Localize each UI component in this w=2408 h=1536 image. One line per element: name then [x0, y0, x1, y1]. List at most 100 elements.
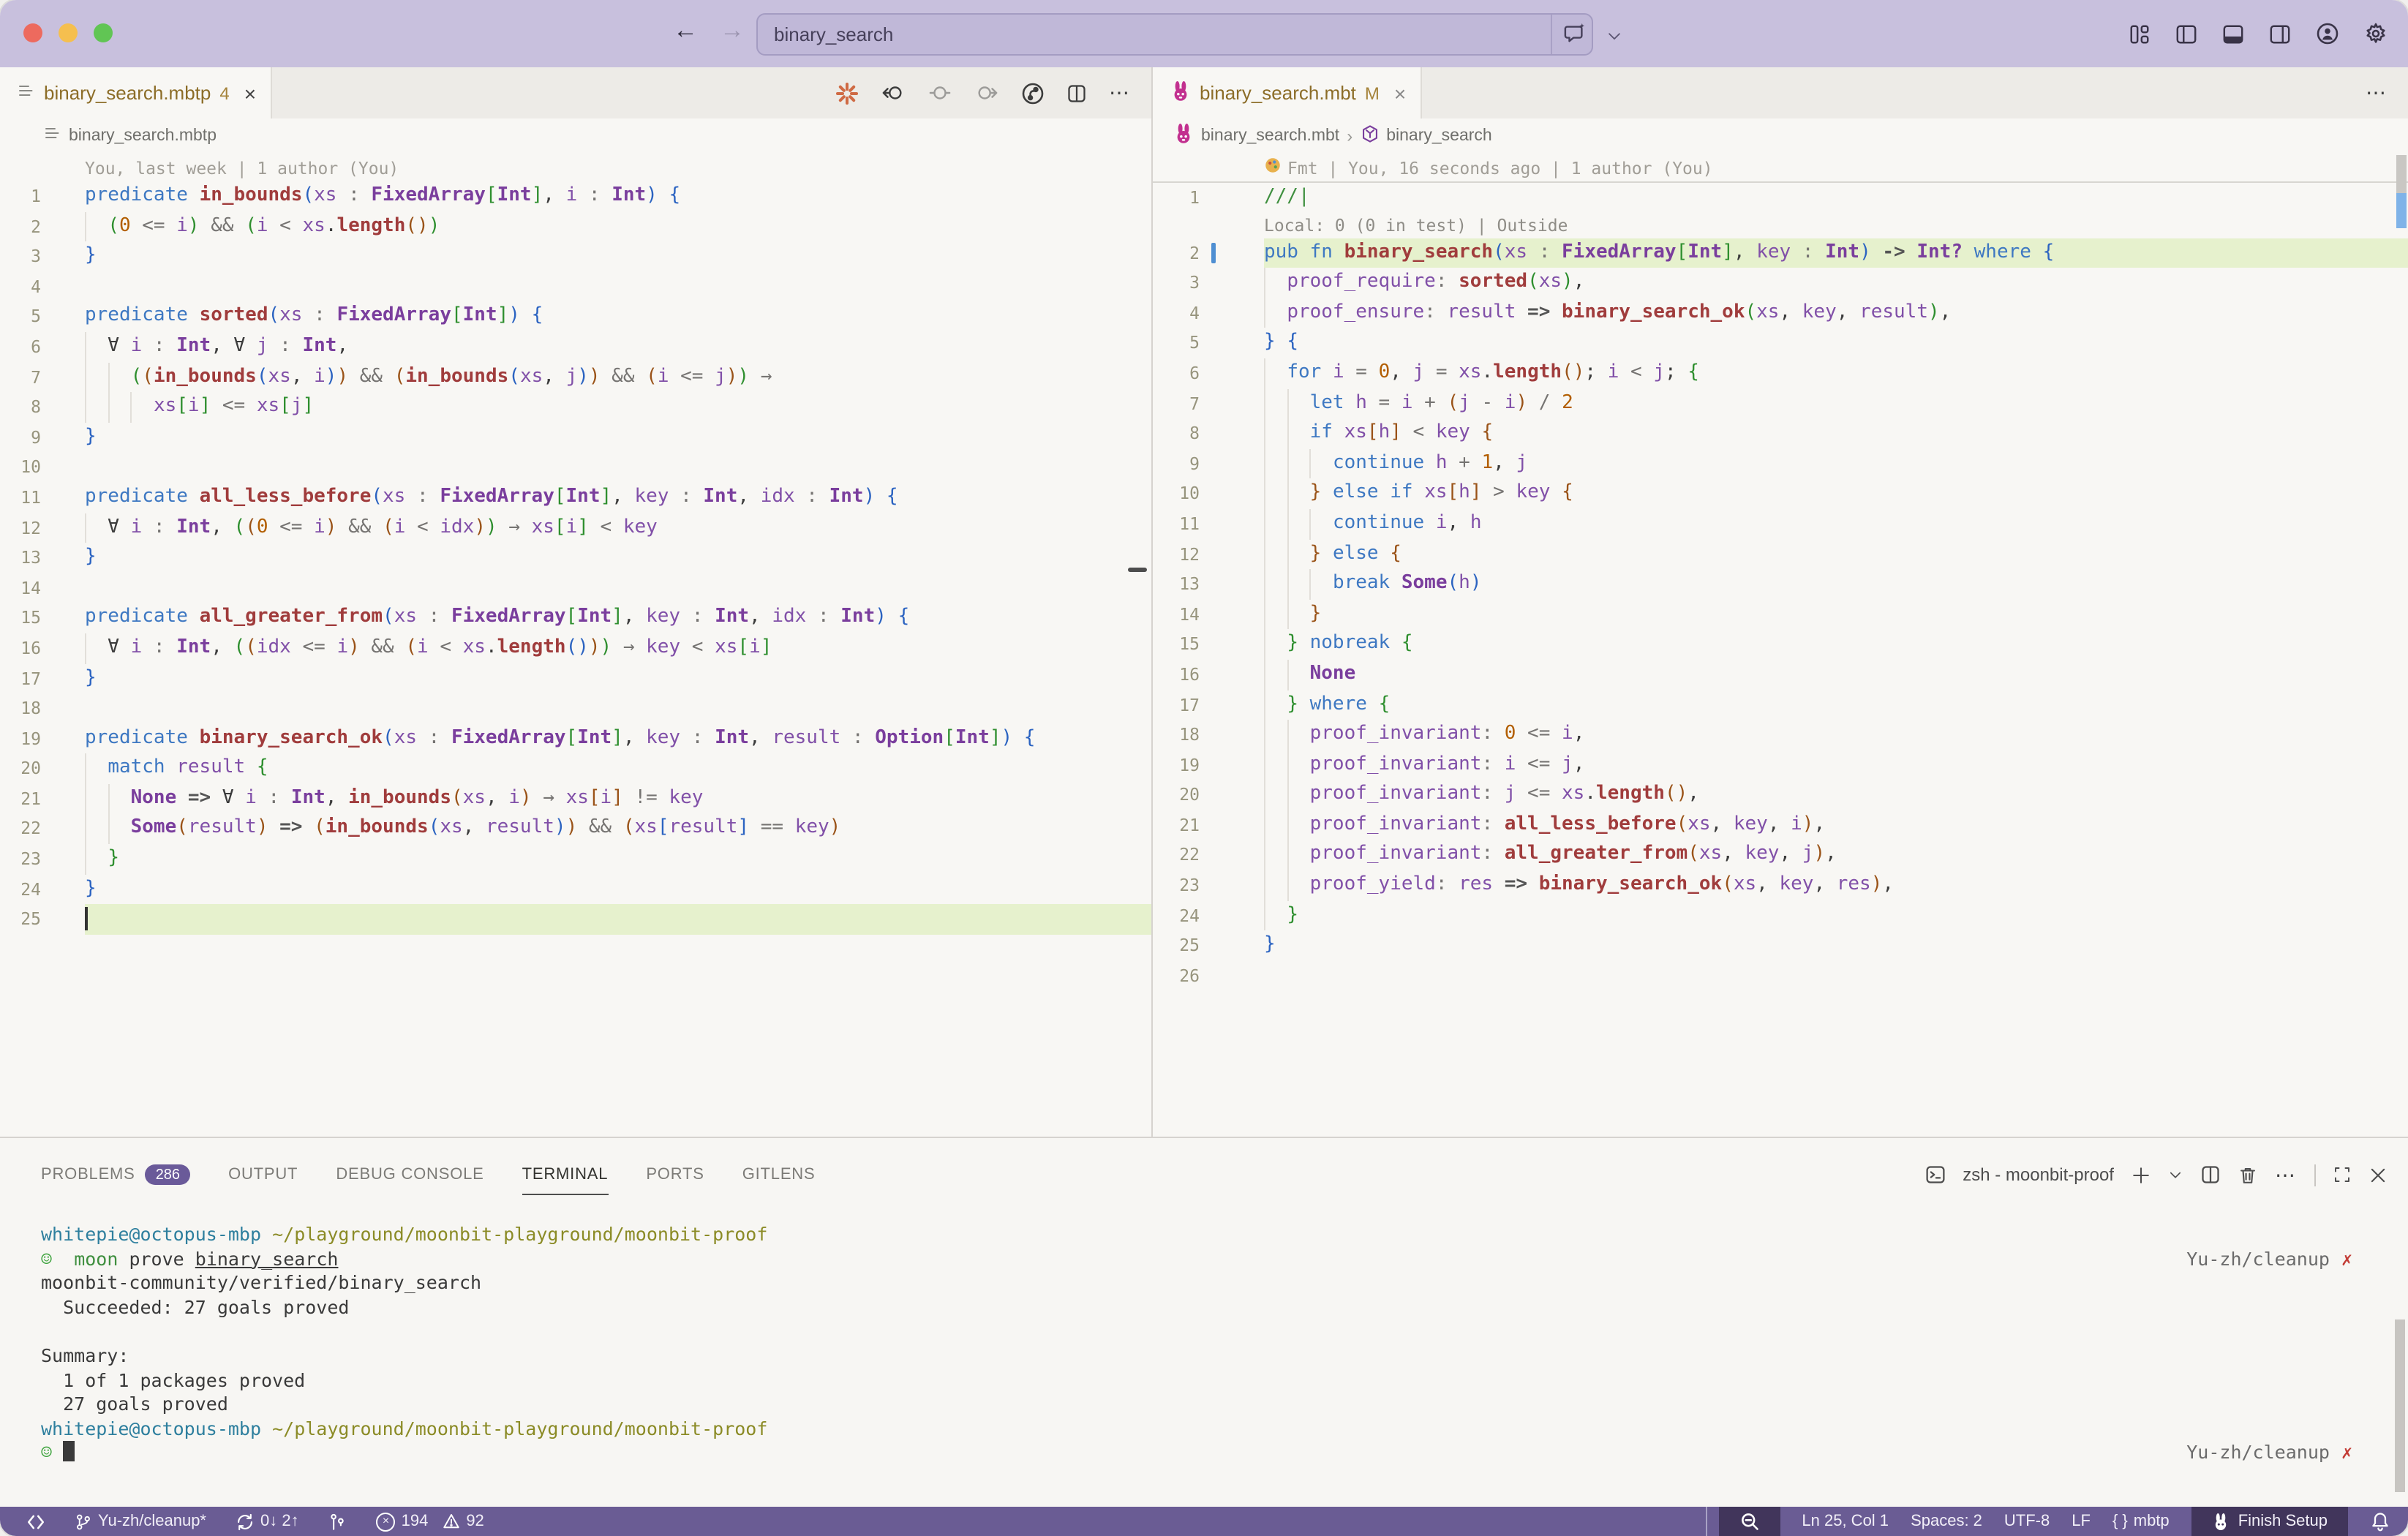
right-breadcrumb[interactable]: binary_search.mbt › binary_search [1153, 118, 2408, 152]
code-line[interactable]: 15predicate all_greater_from(xs : FixedA… [0, 603, 1151, 633]
nav-forward-icon[interactable] [974, 82, 999, 104]
maximize-panel-icon[interactable] [2333, 1166, 2351, 1183]
account-icon[interactable] [2316, 22, 2339, 45]
minimize-window-button[interactable] [59, 23, 78, 42]
code-line[interactable]: 25} [1153, 931, 2408, 961]
code-line[interactable]: 14 [0, 573, 1151, 603]
split-editor-icon[interactable] [1066, 83, 1087, 103]
code-line[interactable]: 17 } where { [1153, 690, 2408, 720]
extension-starburst-icon[interactable] [835, 81, 859, 105]
terminal-session-label[interactable]: zsh - moonbit-proof [1963, 1164, 2114, 1185]
code-line[interactable]: 20 proof_invariant: j <= xs.length(), [1153, 780, 2408, 810]
code-line[interactable]: 25 [0, 905, 1151, 935]
code-line[interactable]: 5predicate sorted(xs : FixedArray[Int]) … [0, 302, 1151, 332]
git-branch-item[interactable]: Yu-zh/cleanup* [75, 1507, 206, 1536]
panel-tab-output[interactable]: OUTPUT [228, 1153, 298, 1197]
split-terminal-icon[interactable] [2200, 1164, 2221, 1185]
terminal-output[interactable]: whitepie@octopus-mbp ~/playground/moonbi… [41, 1223, 2388, 1501]
finish-setup-item[interactable]: Finish Setup [2191, 1507, 2348, 1536]
close-tab-icon[interactable]: × [238, 81, 256, 105]
panel-tab-problems[interactable]: PROBLEMS286 [41, 1153, 190, 1197]
command-center-search[interactable]: binary_search [756, 13, 1593, 56]
panel-tab-terminal[interactable]: TERMINAL [522, 1153, 609, 1197]
git-sync-item[interactable]: 0↓ 2↑ [236, 1507, 299, 1536]
notifications-item[interactable] [2370, 1507, 2402, 1536]
encoding-item[interactable]: UTF-8 [2004, 1507, 2050, 1536]
right-code-editor[interactable]: Fmt | You, 16 seconds ago | 1 author (Yo… [1153, 152, 2408, 1137]
code-line[interactable]: 11 continue i, h [1153, 509, 2408, 539]
toggle-panel-icon[interactable] [2222, 23, 2244, 45]
close-tab-icon[interactable]: × [1388, 81, 1406, 105]
history-forward-button[interactable]: → [720, 16, 745, 45]
breadcrumb-file[interactable]: binary_search.mbtp [69, 127, 217, 144]
code-line[interactable]: 2 (0 <= i) && (i < xs.length()) [0, 211, 1151, 241]
code-line[interactable]: 12 ∀ i : Int, ((0 <= i) && (i < idx)) → … [0, 513, 1151, 543]
eol-item[interactable]: LF [2072, 1507, 2091, 1536]
indentation-item[interactable]: Spaces: 2 [1911, 1507, 1982, 1536]
toggle-secondary-sidebar-icon[interactable] [2269, 23, 2291, 45]
code-line[interactable]: 26 [1153, 961, 2408, 991]
kill-terminal-icon[interactable] [2238, 1165, 2257, 1184]
code-line[interactable]: 8 if xs[h] < key { [1153, 418, 2408, 448]
cursor-position-item[interactable]: Ln 25, Col 1 [1802, 1507, 1889, 1536]
code-line[interactable]: 23 } [0, 844, 1151, 874]
code-line[interactable]: 15 } nobreak { [1153, 630, 2408, 660]
code-line[interactable]: 1predicate in_bounds(xs : FixedArray[Int… [0, 181, 1151, 211]
code-line[interactable]: 3 proof_require: sorted(xs), [1153, 268, 2408, 298]
code-line[interactable]: 9 continue h + 1, j [1153, 449, 2408, 479]
more-actions-icon[interactable]: ⋯ [1109, 80, 1131, 105]
code-line[interactable]: 22 proof_invariant: all_greater_from(xs,… [1153, 840, 2408, 870]
more-actions-icon[interactable]: ⋯ [2275, 1162, 2297, 1187]
code-line[interactable]: 4 proof_ensure: result => binary_search_… [1153, 298, 2408, 328]
panel-tab-debug-console[interactable]: DEBUG CONSOLE [336, 1153, 484, 1197]
code-line[interactable]: 8 xs[i] <= xs[j] [0, 392, 1151, 422]
nav-back-icon[interactable] [881, 82, 906, 104]
tab-binary-search-mbt[interactable]: binary_search.mbt M × [1153, 67, 1422, 118]
code-line[interactable]: 16 ∀ i : Int, ((idx <= i) && (i < xs.len… [0, 633, 1151, 663]
left-code-editor[interactable]: You, last week | 1 author (You)1predicat… [0, 152, 1151, 1137]
code-line[interactable]: 3} [0, 241, 1151, 271]
history-back-button[interactable]: ← [673, 16, 698, 45]
language-mode-item[interactable]: { } mbtp [2112, 1507, 2170, 1536]
code-line[interactable]: 24 } [1153, 900, 2408, 930]
code-line[interactable]: 17} [0, 663, 1151, 693]
code-line[interactable]: 9} [0, 423, 1151, 453]
code-line[interactable]: 20 match result { [0, 754, 1151, 784]
code-line[interactable]: 10 [0, 453, 1151, 483]
code-line[interactable]: 18 [0, 693, 1151, 723]
nav-current-icon[interactable] [928, 82, 952, 104]
code-line[interactable]: 5} { [1153, 328, 2408, 358]
code-line[interactable]: 10 } else if xs[h] > key { [1153, 479, 2408, 509]
settings-gear-icon[interactable] [2364, 22, 2388, 45]
code-line[interactable]: 14 } [1153, 599, 2408, 629]
terminal-dropdown-icon[interactable] [2168, 1167, 2183, 1182]
code-line[interactable]: 12 } else { [1153, 539, 2408, 569]
customize-layout-icon[interactable] [2129, 23, 2151, 45]
code-line[interactable]: 19predicate binary_search_ok(xs : FixedA… [0, 723, 1151, 753]
code-line[interactable]: 6 for i = 0, j = xs.length(); i < j; { [1153, 358, 2408, 388]
code-line[interactable]: 21 proof_invariant: all_less_before(xs, … [1153, 810, 2408, 840]
breadcrumb-file[interactable]: binary_search.mbt [1201, 127, 1339, 144]
code-line[interactable]: 21 None => ∀ i : Int, in_bounds(xs, i) →… [0, 784, 1151, 814]
code-line[interactable]: 13 break Some(h) [1153, 569, 2408, 599]
chevron-down-icon[interactable] [1606, 25, 1622, 51]
close-window-button[interactable] [23, 23, 42, 42]
code-line[interactable]: 16 None [1153, 660, 2408, 690]
code-line[interactable]: 22 Some(result) => (in_bounds(xs, result… [0, 814, 1151, 844]
code-line[interactable]: 18 proof_invariant: 0 <= i, [1153, 720, 2408, 750]
code-line[interactable]: 23 proof_yield: res => binary_search_ok(… [1153, 870, 2408, 900]
run-icon[interactable] [1021, 81, 1045, 105]
code-line[interactable]: 4 [0, 272, 1151, 302]
panel-tab-gitlens[interactable]: GITLENS [742, 1153, 816, 1197]
code-line[interactable]: 6 ∀ i : Int, ∀ j : Int, [0, 332, 1151, 362]
terminal-scrollbar[interactable] [2395, 1319, 2405, 1492]
code-line[interactable]: 7 let h = i + (j - i) / 2 [1153, 388, 2408, 418]
remote-indicator[interactable] [26, 1507, 45, 1536]
new-terminal-icon[interactable] [2132, 1165, 2151, 1184]
code-line[interactable]: 24} [0, 874, 1151, 904]
problems-item[interactable]: × 194 92 [377, 1507, 484, 1536]
code-line[interactable]: 11predicate all_less_before(xs : FixedAr… [0, 483, 1151, 513]
left-breadcrumb[interactable]: binary_search.mbtp [0, 118, 1151, 152]
toggle-primary-sidebar-icon[interactable] [2175, 23, 2197, 45]
code-line[interactable]: 13} [0, 543, 1151, 573]
